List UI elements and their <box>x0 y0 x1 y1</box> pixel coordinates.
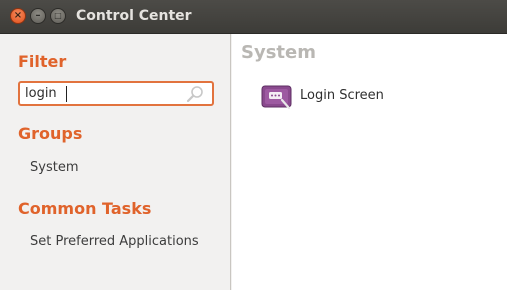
search-icon[interactable] <box>186 85 206 103</box>
task-set-preferred-applications[interactable]: Set Preferred Applications <box>30 234 199 249</box>
groups-heading: Groups <box>18 124 83 143</box>
control-center-window: × – □ Control Center Filter login Groups… <box>0 0 507 290</box>
close-window-button[interactable]: × <box>10 8 26 24</box>
sidebar: Filter login Groups System Common Tasks … <box>0 34 231 290</box>
title-bar: × – □ Control Center <box>0 0 507 34</box>
main-content: System Login Screen <box>232 34 507 290</box>
maximize-icon: □ <box>54 11 62 20</box>
login-screen-label: Login Screen <box>300 88 384 103</box>
minimize-icon: – <box>35 10 41 21</box>
group-item-system[interactable]: System <box>30 160 78 175</box>
common-tasks-heading: Common Tasks <box>18 199 152 218</box>
window-title: Control Center <box>76 8 192 24</box>
text-cursor <box>66 86 67 102</box>
section-heading-system: System <box>241 42 316 63</box>
filter-search-input[interactable]: login <box>18 81 214 106</box>
minimize-window-button[interactable]: – <box>30 8 46 24</box>
close-icon: × <box>13 10 23 21</box>
filter-heading: Filter <box>18 52 67 71</box>
search-input-value[interactable]: login <box>25 86 57 101</box>
login-screen-icon <box>261 85 292 110</box>
maximize-window-button[interactable]: □ <box>50 8 66 24</box>
login-screen-launcher[interactable]: Login Screen <box>261 84 431 110</box>
